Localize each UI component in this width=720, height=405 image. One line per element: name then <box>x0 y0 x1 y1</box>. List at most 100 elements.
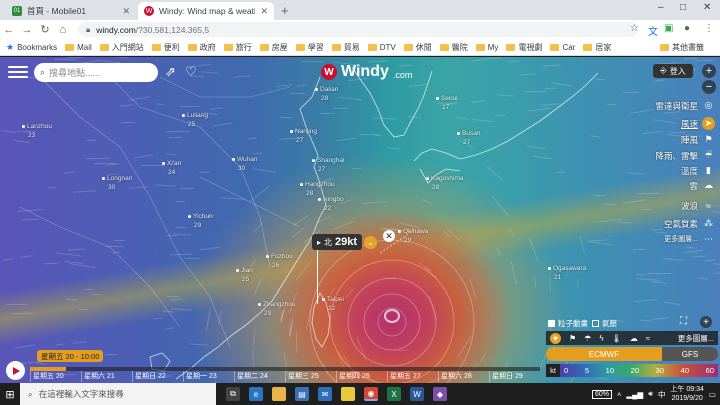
timeline-day[interactable]: 星期四 26 <box>336 371 387 382</box>
excel-icon[interactable]: X <box>387 387 401 401</box>
pressure-toggle[interactable]: 氣壓 <box>592 318 617 329</box>
ime-icon[interactable]: 中 <box>658 389 666 400</box>
new-tab-button[interactable]: + <box>281 3 289 18</box>
maximize-button[interactable]: □ <box>680 2 686 13</box>
task-view-icon[interactable]: ⧉ <box>226 387 240 401</box>
bookmark-item[interactable]: 休閒 <box>403 42 432 53</box>
app-icon[interactable]: ◆ <box>433 387 447 401</box>
network-icon[interactable]: ▂▄▆ <box>626 390 643 399</box>
bookmark-item[interactable]: 便利 <box>151 42 180 53</box>
city-label[interactable]: Zhangzhou <box>258 301 296 308</box>
search-input[interactable]: ⌕ 搜尋地點...... <box>34 63 158 82</box>
bookmark-item[interactable]: 居家 <box>583 42 611 53</box>
heart-icon[interactable]: ♥ <box>550 332 561 344</box>
url-input[interactable]: 🔒︎ windy.com/?30.581,124.365,5 <box>78 22 638 37</box>
bookmark-item[interactable]: 房屋 <box>259 42 288 53</box>
rain-icon[interactable]: ☔ <box>702 149 715 162</box>
menu-hamburger-icon[interactable] <box>8 66 28 80</box>
zoom-out-button[interactable]: − <box>702 80 716 94</box>
share-icon[interactable]: ⇗ <box>165 64 176 80</box>
fullscreen-icon[interactable]: ⛶ <box>680 316 687 327</box>
thunder-icon[interactable]: ϟ <box>599 334 603 343</box>
legend-unit[interactable]: kt <box>546 364 560 377</box>
zoom-in-button[interactable]: + <box>702 64 716 78</box>
temperature-icon[interactable]: ▮ <box>702 164 715 177</box>
bookmark-item[interactable]: Car <box>550 43 575 52</box>
bookmark-item[interactable]: DTV <box>367 43 396 52</box>
picker-tooltip[interactable]: ▸ 北 29kt <box>312 234 363 250</box>
other-bookmarks[interactable]: 其他書籤 <box>660 42 704 53</box>
city-label[interactable]: Kagoshima <box>426 175 464 182</box>
forward-icon[interactable]: → <box>18 24 36 36</box>
heart-icon[interactable]: ♡ <box>185 64 197 80</box>
city-label[interactable]: Busan <box>457 130 480 137</box>
add-icon[interactable]: + <box>700 316 712 328</box>
layer-label[interactable]: 降雨、雷擊 <box>655 150 698 162</box>
city-label[interactable]: Luliang <box>182 112 208 119</box>
bookmark-item[interactable]: 旅行 <box>223 42 252 53</box>
store-icon[interactable]: ▤ <box>295 387 309 401</box>
home-icon[interactable]: ⌂ <box>54 24 72 36</box>
city-label[interactable]: Nanjing <box>290 128 317 135</box>
bookmark-item[interactable]: 醫院 <box>439 42 468 53</box>
menu-kebab-icon[interactable]: ⋮ <box>704 23 714 34</box>
cloud-icon[interactable]: ☁ <box>630 334 638 343</box>
taskbar-search-input[interactable]: ⌕ 在這裡輸入文字來搜尋 <box>20 383 216 405</box>
windows-start-icon[interactable]: ⊞ <box>0 383 20 405</box>
city-label[interactable]: Wuhan <box>232 156 257 163</box>
city-label[interactable]: Yichun <box>188 213 213 220</box>
extension-icon[interactable]: ▣ <box>664 23 673 34</box>
star-bookmark-icon[interactable]: ☆ <box>630 23 639 34</box>
timeline-day[interactable]: 星期日 22 <box>132 371 183 382</box>
gust-icon[interactable]: ⚑ <box>702 133 715 146</box>
timeline-day[interactable]: 星期三 25 <box>285 371 336 382</box>
city-label[interactable]: Lanzhou <box>22 123 52 130</box>
layer-label[interactable]: 雲 <box>689 180 698 192</box>
air-quality-icon[interactable]: ⁂ <box>702 217 715 230</box>
current-time-badge[interactable]: 星期五 20 - 10:00 <box>37 350 104 362</box>
back-icon[interactable]: ← <box>0 24 18 36</box>
bookmark-item[interactable]: 入門網站 <box>99 42 144 53</box>
bookmark-item[interactable]: 貿易 <box>331 42 360 53</box>
wind-icon[interactable]: ⚑ <box>569 334 576 343</box>
wind-icon[interactable]: ➤ <box>702 117 715 130</box>
layer-label[interactable]: 雷達與衛星 <box>655 100 698 112</box>
timeline-day[interactable]: 星期六 21 <box>81 371 132 382</box>
waves-icon[interactable]: ≈ <box>702 199 715 212</box>
word-icon[interactable]: W <box>410 387 424 401</box>
city-label[interactable]: Ogasawara <box>548 265 586 272</box>
timeline-day[interactable]: 星期五 20 <box>30 371 81 382</box>
more-layers-link[interactable]: 更多圖層... <box>678 333 718 344</box>
volume-icon[interactable]: 🔊︎ <box>648 389 653 399</box>
timeline-day[interactable]: 星期五 27 <box>387 371 438 382</box>
city-label[interactable]: Shanghai <box>312 157 344 164</box>
timeline-day[interactable]: 星期一 23 <box>183 371 234 382</box>
waves-icon[interactable]: ≈ <box>646 334 650 343</box>
bookmark-item[interactable]: Mail <box>65 43 92 52</box>
chevron-up-icon[interactable]: ˄ <box>617 390 621 399</box>
clock[interactable]: 上午 09:34 2019/9/20 <box>670 385 703 403</box>
chevron-down-icon[interactable]: ⌄ <box>364 236 377 249</box>
notification-icon[interactable]: ▭ <box>709 390 716 399</box>
city-label[interactable]: Longnan <box>102 175 132 182</box>
tab-mobile01[interactable]: 01 首頁 - Mobile01 ✕ <box>6 2 136 20</box>
model-ecmwf-button[interactable]: ECMWF <box>546 347 662 361</box>
chrome-icon[interactable]: ◉ <box>364 387 378 401</box>
translate-icon[interactable]: 文 <box>648 23 658 38</box>
bookmark-item[interactable]: 政府 <box>187 42 216 53</box>
login-button[interactable]: ⎆ 登入 <box>653 64 693 78</box>
layer-label[interactable]: 陣風 <box>681 134 698 146</box>
cloud-icon[interactable]: ☁ <box>702 179 715 192</box>
city-label[interactable]: Dalian <box>315 86 338 93</box>
more-layers-icon[interactable]: ⋯ <box>702 233 715 246</box>
layer-label[interactable]: 空氣質素 <box>664 218 698 230</box>
close-tab-icon[interactable]: ✕ <box>122 6 130 17</box>
city-label[interactable]: Hangzhou <box>300 181 335 188</box>
city-label[interactable]: Seoul <box>436 95 458 102</box>
edge-icon[interactable]: e <box>249 387 263 401</box>
city-label[interactable]: Ningbo <box>318 196 344 203</box>
layer-label[interactable]: 更多圖層... <box>664 234 698 244</box>
layer-label[interactable]: 風速 <box>681 118 698 130</box>
timeline-day[interactable]: 星期二 24 <box>234 371 285 382</box>
layer-label[interactable]: 波浪 <box>681 200 698 212</box>
